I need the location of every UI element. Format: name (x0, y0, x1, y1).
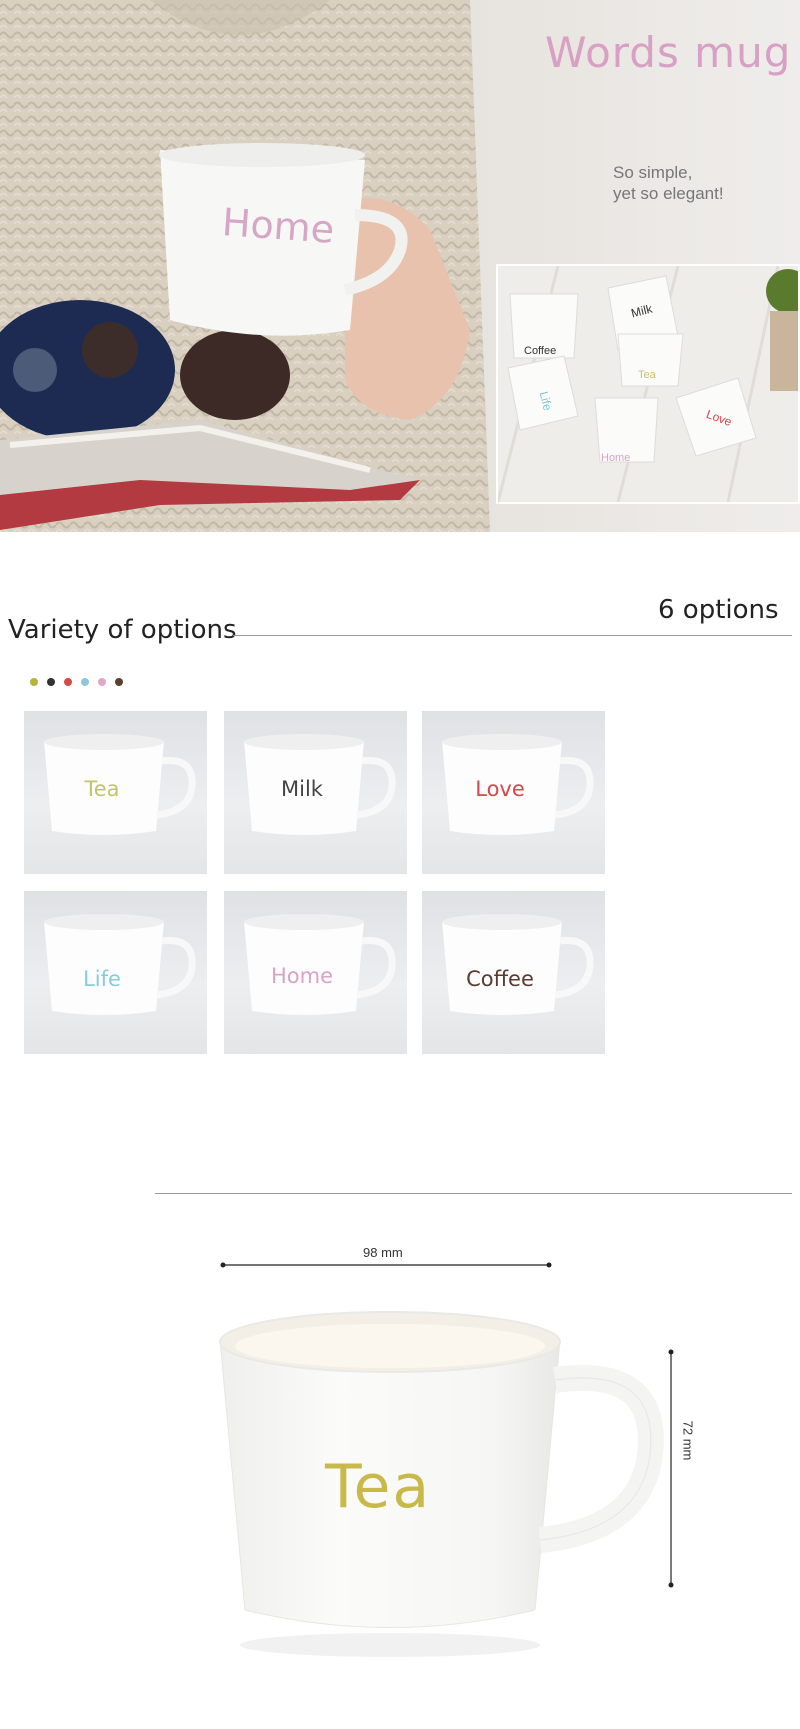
mug-option-tile[interactable]: Home (224, 891, 407, 1054)
collage-word-home: Home (601, 452, 631, 464)
swatch-dot (30, 678, 38, 686)
swatch-dot (81, 678, 89, 686)
mug-option-word: Life (83, 967, 121, 991)
large-mug-word: Tea (325, 1452, 432, 1522)
hero-tagline-line1: So simple, (613, 163, 693, 182)
hero-tagline-line2: yet so elegant! (613, 184, 724, 203)
dimension-width-label: 98 mm (363, 1245, 403, 1260)
options-section-title: Variety of options (8, 615, 237, 645)
swatch-dot (98, 678, 106, 686)
swatch-dot (64, 678, 72, 686)
mug-option-word: Home (270, 964, 333, 988)
dimensions-divider (155, 1193, 792, 1194)
options-count-label: 6 options (658, 595, 779, 625)
mug-collage-photo: Coffee Milk Tea Life Home Love (496, 264, 800, 504)
mug-option-word: Love (475, 777, 525, 801)
hero-mug-word: Home (220, 200, 336, 252)
hero-tagline: So simple, yet so elegant! (613, 162, 724, 204)
large-mug-image (219, 1311, 664, 1657)
mug-option-tile[interactable]: Life (24, 891, 207, 1054)
collage-word-tea: Tea (638, 369, 656, 381)
collage-word-coffee: Coffee (524, 345, 557, 357)
mug-option-tile[interactable]: Coffee (422, 891, 605, 1054)
swatch-dot (115, 678, 123, 686)
options-divider (233, 635, 792, 636)
mug-option-tile[interactable]: Tea (24, 711, 207, 874)
swatch-dot (47, 678, 55, 686)
dimension-height-label: 72 mm (680, 1420, 696, 1461)
hero-banner: Home Words mug So simple, yet so elegant… (0, 0, 800, 532)
mug-option-tile[interactable]: Love (422, 711, 605, 874)
mug-option-word: Milk (281, 777, 323, 801)
hero-title: Words mug (545, 28, 792, 77)
mug-option-word: Coffee (466, 967, 534, 991)
mug-option-tile[interactable]: Milk (224, 711, 407, 874)
mug-option-word: Tea (84, 777, 120, 801)
